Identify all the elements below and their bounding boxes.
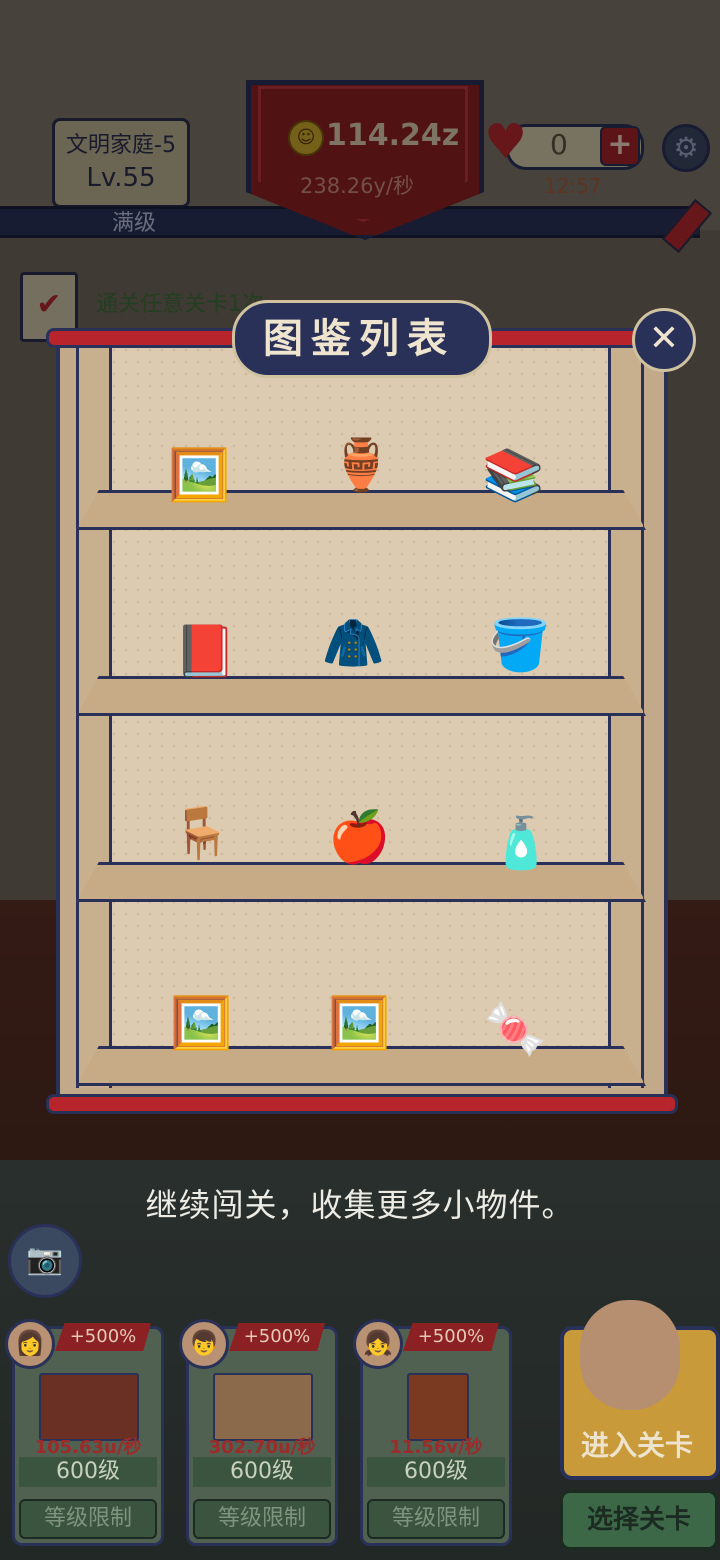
shelf-plank — [76, 862, 646, 902]
furniture-image — [213, 1373, 313, 1441]
shelf-item-vase[interactable]: 🏺 — [330, 440, 392, 490]
bottom-rail — [46, 1094, 678, 1114]
income-rate: 302.70u/秒 — [208, 1437, 316, 1458]
furniture-card[interactable]: 👦 +500% 302.70u/秒 600级 等级限制 — [179, 1319, 338, 1546]
shelf-item-books[interactable]: 📚 — [482, 450, 544, 500]
shelf-item-photo-frame[interactable]: 🖼️ — [168, 450, 230, 500]
enter-level-label[interactable]: 进入关卡 — [562, 1424, 712, 1464]
shelf-item-candy[interactable]: 🍬 — [484, 1004, 546, 1054]
shelf-item-thermos[interactable]: 🪣 — [488, 620, 550, 670]
furniture-image — [39, 1373, 139, 1441]
collection-hint: 继续闯关，收集更多小物件。 — [145, 1186, 575, 1224]
avatar: 👦 — [179, 1319, 229, 1369]
furniture-card[interactable]: 👩 +500% 105.63u/秒 600级 等级限制 — [5, 1319, 164, 1546]
modal-title: 图鉴列表 — [263, 315, 455, 362]
income-rate: 11.56v/秒 — [389, 1437, 483, 1458]
shelf-item-portrait[interactable]: 🖼️ — [328, 998, 390, 1048]
boost-badge: +500% — [403, 1323, 499, 1351]
furniture-image — [407, 1373, 469, 1441]
child-character — [580, 1300, 680, 1410]
shelf-item-tin-can[interactable]: 🧴 — [490, 818, 552, 868]
level-limit-button[interactable]: 等级限制 — [367, 1499, 505, 1539]
boost-badge: +500% — [229, 1323, 325, 1351]
camera-icon: 📷 — [26, 1242, 64, 1277]
shelf-item-notebook[interactable]: 📕 — [174, 626, 236, 676]
shelf-item-poster[interactable]: 🖼️ — [170, 998, 232, 1048]
avatar: 👧 — [353, 1319, 403, 1369]
shelf-plank — [76, 1046, 646, 1086]
furniture-card[interactable]: 👧 +500% 11.56v/秒 600级 等级限制 — [353, 1319, 512, 1546]
card-level: 600级 — [193, 1457, 331, 1487]
shelf-plank — [76, 676, 646, 716]
shelf-plank — [76, 490, 646, 530]
close-button[interactable]: ✕ — [632, 308, 696, 372]
level-limit-button[interactable]: 等级限制 — [19, 1499, 157, 1539]
card-level: 600级 — [367, 1457, 505, 1487]
close-icon: ✕ — [648, 318, 680, 359]
avatar: 👩 — [5, 1319, 55, 1369]
card-level: 600级 — [19, 1457, 157, 1487]
boost-badge: +500% — [55, 1323, 151, 1351]
level-limit-button[interactable]: 等级限制 — [193, 1499, 331, 1539]
income-rate: 105.63u/秒 — [34, 1437, 142, 1458]
shelf-item-coat-rack[interactable]: 🧥 — [322, 618, 384, 668]
shelf-item-fruit-bowl[interactable]: 🍎 — [328, 812, 390, 862]
shelf-item-folding-chair[interactable]: 🪑 — [170, 808, 232, 858]
select-level-button[interactable]: 选择关卡 — [560, 1490, 718, 1550]
camera-button[interactable]: 📷 — [8, 1224, 82, 1298]
